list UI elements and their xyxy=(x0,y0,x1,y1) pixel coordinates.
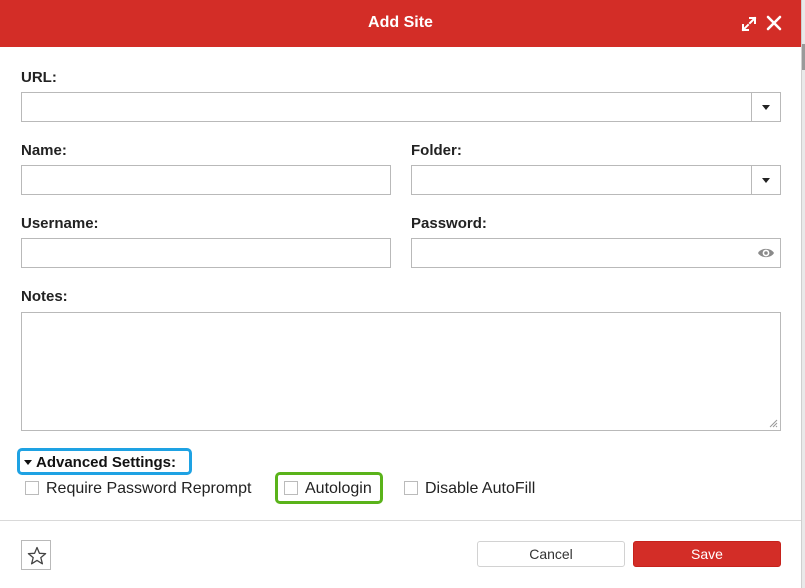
url-input[interactable] xyxy=(22,93,780,121)
require-password-reprompt-checkbox[interactable]: Require Password Reprompt xyxy=(25,480,265,498)
notes-area xyxy=(21,312,781,431)
checkbox-box[interactable] xyxy=(25,481,39,495)
checkbox-label: Require Password Reprompt xyxy=(46,480,252,497)
folder-combobox xyxy=(411,165,781,195)
disable-autofill-checkbox[interactable]: Disable AutoFill xyxy=(404,480,544,498)
checkbox-box[interactable] xyxy=(404,481,418,495)
password-field xyxy=(411,238,781,268)
caret-down-icon xyxy=(762,178,770,183)
autologin-checkbox[interactable]: Autologin xyxy=(284,480,379,498)
checkbox-box[interactable] xyxy=(284,481,298,495)
checkbox-label: Autologin xyxy=(305,480,372,497)
resize-grip-icon[interactable] xyxy=(769,419,778,428)
checkbox-label: Disable AutoFill xyxy=(425,480,536,497)
expand-arrows-icon[interactable] xyxy=(740,15,758,33)
advanced-settings-label: Advanced Settings: xyxy=(36,454,177,471)
favorite-button[interactable] xyxy=(21,540,51,570)
eye-icon[interactable] xyxy=(757,246,775,260)
username-input[interactable] xyxy=(22,239,390,267)
url-label: URL: xyxy=(21,69,57,86)
folder-input[interactable] xyxy=(412,166,780,194)
name-input[interactable] xyxy=(22,166,390,194)
advanced-settings-toggle[interactable]: Advanced Settings: xyxy=(17,448,192,475)
notes-label: Notes: xyxy=(21,288,68,305)
footer-divider xyxy=(0,520,801,521)
url-combobox xyxy=(21,92,781,122)
caret-down-icon xyxy=(762,105,770,110)
name-field xyxy=(21,165,391,195)
dialog-title: Add Site xyxy=(368,14,433,31)
username-label: Username: xyxy=(21,215,99,232)
save-button[interactable]: Save xyxy=(633,541,781,567)
star-icon xyxy=(27,546,47,565)
url-dropdown-button[interactable] xyxy=(751,93,780,121)
folder-label: Folder: xyxy=(411,142,462,159)
folder-dropdown-button[interactable] xyxy=(751,166,780,194)
close-icon[interactable] xyxy=(765,14,783,32)
username-field xyxy=(21,238,391,268)
window-edge xyxy=(801,0,805,588)
caret-down-icon xyxy=(24,460,32,465)
cancel-button[interactable]: Cancel xyxy=(477,541,625,567)
name-label: Name: xyxy=(21,142,67,159)
notes-textarea[interactable] xyxy=(22,313,780,430)
password-input[interactable] xyxy=(412,239,780,267)
dialog-titlebar: Add Site xyxy=(0,0,801,47)
password-label: Password: xyxy=(411,215,487,232)
